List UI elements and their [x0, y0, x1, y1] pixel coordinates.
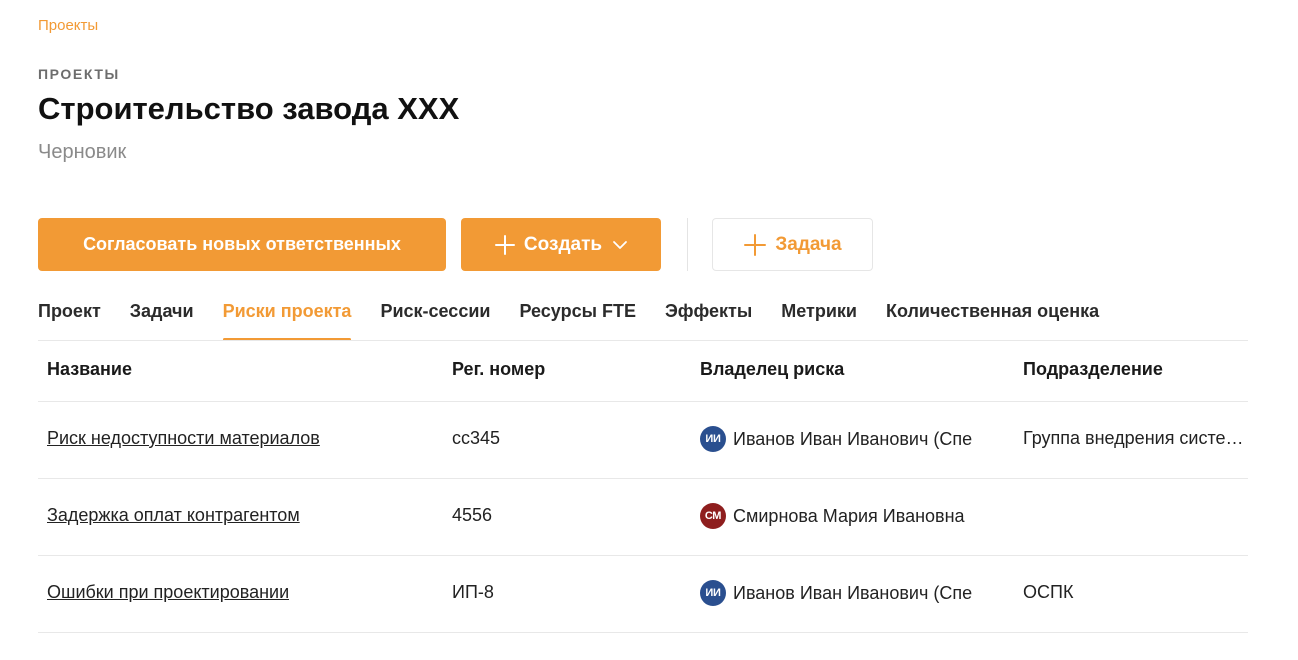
table-row[interactable]: Ошибки при проектировании ИП-8 ИИ Иванов… — [38, 556, 1248, 633]
risk-owner: ИИ Иванов Иван Иванович (Спе — [700, 580, 1020, 606]
department: Группа внедрения системы — [1023, 428, 1248, 449]
department-text: ОСПК — [1023, 582, 1074, 602]
department: ОСПК — [1023, 582, 1248, 603]
tab-risk-sessions[interactable]: Риск-сессии — [380, 294, 490, 341]
column-header-name[interactable]: Название — [47, 359, 132, 380]
status-text: Черновик — [38, 141, 127, 163]
page-title: Строительство завода XXX — [38, 91, 460, 126]
page: Проекты ПРОЕКТЫ Строительство завода XXX… — [0, 0, 1298, 660]
tab-resources-fte[interactable]: Ресурсы FTE — [519, 294, 636, 341]
create-button-label: Создать — [523, 233, 603, 255]
column-header-department[interactable]: Подразделение — [1023, 359, 1248, 380]
risk-name-link[interactable]: Риск недоступности материалов — [47, 428, 320, 449]
department-text: Группа внедрения системы — [1023, 428, 1248, 448]
tab-quantitative-assessment[interactable]: Количественная оценка — [886, 294, 1099, 341]
column-header-reg-number[interactable]: Рег. номер — [452, 359, 545, 380]
reg-number: cc345 — [452, 428, 501, 448]
owner-name: Иванов Иван Иванович (Спе — [733, 582, 973, 603]
risk-owner: ИИ Иванов Иван Иванович (Спе — [700, 426, 1020, 452]
risk-name-link[interactable]: Ошибки при проектировании — [47, 582, 289, 603]
table-header: Название Рег. номер Владелец риска Подра… — [38, 341, 1248, 402]
plus-icon — [494, 234, 515, 255]
tabs: Проект Задачи Риски проекта Риск-сессии … — [38, 294, 1128, 341]
owner-name: Иванов Иван Иванович (Спе — [733, 428, 973, 449]
risk-name-link[interactable]: Задержка оплат контрагентом — [47, 505, 300, 526]
tab-tasks[interactable]: Задачи — [130, 294, 194, 341]
risk-owner: СМ Смирнова Мария Ивановна — [700, 503, 1020, 529]
column-header-risk-owner[interactable]: Владелец риска — [700, 359, 1020, 380]
toolbar-divider — [687, 218, 688, 271]
breadcrumb-projects[interactable]: Проекты — [38, 17, 98, 34]
add-task-label: Задача — [775, 233, 842, 255]
create-button[interactable]: Создать — [461, 218, 661, 271]
tab-metrics[interactable]: Метрики — [781, 294, 857, 341]
plus-icon — [744, 233, 767, 256]
table-row[interactable]: Задержка оплат контрагентом 4556 СМ Смир… — [38, 479, 1248, 556]
tab-project-risks[interactable]: Риски проекта — [222, 294, 351, 341]
tab-project[interactable]: Проект — [38, 294, 101, 341]
section-label: ПРОЕКТЫ — [38, 66, 120, 82]
table-row[interactable]: Риск недоступности материалов cc345 ИИ И… — [38, 402, 1248, 479]
avatar: ИИ — [700, 426, 726, 452]
avatar: СМ — [700, 503, 726, 529]
avatar: ИИ — [700, 580, 726, 606]
reg-number: ИП-8 — [452, 582, 494, 602]
tab-effects[interactable]: Эффекты — [665, 294, 752, 341]
owner-name: Смирнова Мария Ивановна — [733, 505, 965, 526]
risks-table: Название Рег. номер Владелец риска Подра… — [38, 341, 1248, 633]
reg-number: 4556 — [452, 505, 493, 525]
approve-responsibles-button[interactable]: Согласовать новых ответственных — [38, 218, 446, 271]
add-task-button[interactable]: Задача — [712, 218, 873, 271]
chevron-down-icon — [613, 240, 627, 249]
